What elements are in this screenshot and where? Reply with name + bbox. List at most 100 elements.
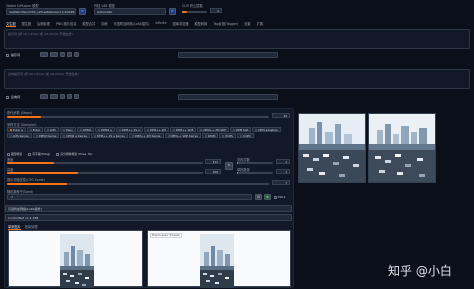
radio-dot-icon: [255, 128, 258, 131]
sampler-option[interactable]: Euler a: [7, 127, 26, 132]
neg-tool-btn-4[interactable]: [67, 94, 72, 99]
radio-dot-icon: [98, 128, 101, 131]
refresh-icon[interactable]: ⟳: [79, 8, 86, 15]
refresh-vae-icon[interactable]: ⟳: [169, 8, 176, 15]
height-value[interactable]: 768: [205, 169, 221, 174]
dice-icon[interactable]: ⚄: [255, 194, 262, 200]
tab-convert[interactable]: 模型转换: [195, 21, 208, 27]
tool-btn-1[interactable]: [40, 52, 48, 57]
tab-png-info[interactable]: PNG 图片信息: [56, 21, 77, 27]
lora-accordion[interactable]: 可选附加网络(LoRA插件): [5, 205, 292, 212]
sampler-option[interactable]: UniPC: [236, 133, 255, 138]
hires-checkbox[interactable]: 高分辨率修复 (Hires. fix): [56, 152, 92, 156]
tool-btn-4[interactable]: [67, 52, 72, 57]
clip-value[interactable]: 2: [210, 8, 222, 13]
output-image-1[interactable]: [298, 113, 366, 183]
sampler-option[interactable]: DPM++ 2S a: [115, 127, 143, 132]
cfg-slider[interactable]: [7, 183, 269, 185]
prompt-tag-input[interactable]: [178, 52, 278, 58]
swap-dimensions-icon[interactable]: ⇅: [225, 162, 233, 170]
neg-prompt-toggle-checkbox[interactable]: [6, 95, 9, 99]
sampler-option[interactable]: DPM2: [77, 127, 95, 132]
sampler-option[interactable]: Heun: [59, 127, 77, 132]
main-tabs: 文生图 图生图 后期处理 PNG 图片信息 模型合并 训练 可选附加网络(LoR…: [6, 21, 471, 27]
output-image-2[interactable]: [368, 113, 436, 183]
sampler-option[interactable]: DPM fast: [229, 127, 252, 132]
sampler-option-label: DPM++ SDE: [175, 127, 194, 132]
sampler-option[interactable]: DPM2 a Karras: [60, 133, 90, 138]
sampler-option-label: DPM++ 2M Karras: [134, 133, 161, 138]
tool-btn-2[interactable]: [50, 52, 58, 57]
sampler-option-label: LMS: [49, 127, 56, 132]
batch-count-slider[interactable]: [237, 162, 273, 164]
clip-slider[interactable]: [182, 11, 207, 13]
sampler-option[interactable]: DDIM: [201, 133, 219, 138]
sampler-option[interactable]: DPM adaptive: [252, 127, 281, 132]
tab-extensions[interactable]: 扩展: [257, 21, 263, 27]
cfg-label: 提示词相关性(CFG Scale): [7, 178, 45, 182]
restore-faces-checkbox[interactable]: 面部修复: [7, 152, 22, 156]
tab-extras[interactable]: 后期处理: [37, 21, 50, 27]
tab-txt2img[interactable]: 文生图: [6, 21, 16, 27]
tab-lora[interactable]: 可选附加网络(LoRA插件): [114, 21, 150, 27]
tab-tagger[interactable]: Tag反推(Tagger): [213, 21, 238, 27]
sampler-option[interactable]: DPM++ 2M Karras: [128, 133, 164, 138]
preview-label: Preprocessor Preview: [150, 233, 182, 238]
radio-dot-icon: [46, 128, 49, 131]
radio-dot-icon: [232, 128, 235, 131]
sampler-option-label: LMS Karras: [13, 133, 29, 138]
steps-slider[interactable]: [7, 116, 269, 118]
height-slider[interactable]: [7, 172, 203, 174]
sampler-option[interactable]: LMS Karras: [7, 133, 32, 138]
sampler-option[interactable]: PLMS: [219, 133, 236, 138]
neg-prompt-tag-input[interactable]: [178, 94, 278, 100]
sampler-option-label: Euler a: [13, 127, 23, 132]
steps-value[interactable]: 20: [272, 113, 290, 118]
prompt-toolbar-label: 提示词: [11, 53, 21, 57]
prompt-tool-buttons: [40, 52, 79, 57]
radio-dot-icon: [167, 134, 170, 137]
tool-btn-3[interactable]: [60, 52, 65, 57]
tab-merge[interactable]: 模型合并: [82, 21, 95, 27]
sampler-option-label: Heun: [65, 127, 74, 132]
negative-prompt-input[interactable]: 反向提示词 (按 Ctrl+Enter 或 Alt+Enter 开始生成): [4, 69, 470, 89]
sampler-option-label: DDIM: [207, 133, 216, 138]
neg-tool-btn-3[interactable]: [60, 94, 65, 99]
batch-size-value[interactable]: 1: [276, 169, 290, 174]
radio-dot-icon: [29, 128, 32, 131]
sampler-option[interactable]: DPM2 a: [95, 127, 115, 132]
recycle-icon[interactable]: ♻: [264, 194, 271, 200]
width-value[interactable]: 512: [205, 159, 221, 164]
sampler-option[interactable]: DPM++ 2M: [143, 127, 169, 132]
controlnet-accordion[interactable]: ControlNet v1.1.186: [5, 214, 292, 221]
sampler-option-label: Euler: [32, 127, 40, 132]
tab-infinite[interactable]: Infinite: [155, 21, 166, 27]
controlnet-input-area[interactable]: [8, 230, 143, 288]
extra-checkbox[interactable]: Extra: [274, 195, 285, 199]
sampler-option[interactable]: DPM++ 2S a Karras: [90, 133, 128, 138]
vae-select[interactable]: Automatic: [94, 8, 166, 15]
seed-input[interactable]: -1: [7, 194, 252, 200]
tab-img2img[interactable]: 图生图: [22, 21, 32, 27]
sampler-option[interactable]: LMS: [43, 127, 59, 132]
sampler-option[interactable]: DPM++ 2M SDE: [197, 127, 229, 132]
neg-tool-btn-1[interactable]: [40, 94, 48, 99]
model-select[interactable]: realisticVisionV20_v20.safetensors [c0d1…: [6, 8, 76, 15]
sampler-option[interactable]: DPM2 Karras: [32, 133, 60, 138]
width-slider[interactable]: [7, 162, 203, 164]
sampler-option[interactable]: DPM++ SDE Karras: [164, 133, 201, 138]
sampler-option[interactable]: DPM++ SDE: [169, 127, 197, 132]
cfg-value[interactable]: 7: [272, 180, 290, 185]
tab-settings[interactable]: 设置: [244, 21, 250, 27]
batch-count-value[interactable]: 1: [276, 159, 290, 164]
neg-tool-btn-2[interactable]: [50, 94, 58, 99]
tab-gallery[interactable]: 图库浏览器: [173, 21, 189, 27]
sampler-option[interactable]: Euler: [26, 127, 43, 132]
tool-btn-5[interactable]: [74, 52, 79, 57]
prompt-toggle-checkbox[interactable]: [6, 53, 9, 57]
batch-size-slider[interactable]: [237, 172, 273, 174]
tiling-checkbox[interactable]: 可平铺(Tiling): [28, 152, 50, 156]
tab-train[interactable]: 训练: [101, 21, 107, 27]
neg-tool-btn-5[interactable]: [74, 94, 79, 99]
prompt-input[interactable]: 提示词 (按 Ctrl+Enter 或 Alt+Enter 开始生成): [4, 29, 470, 49]
